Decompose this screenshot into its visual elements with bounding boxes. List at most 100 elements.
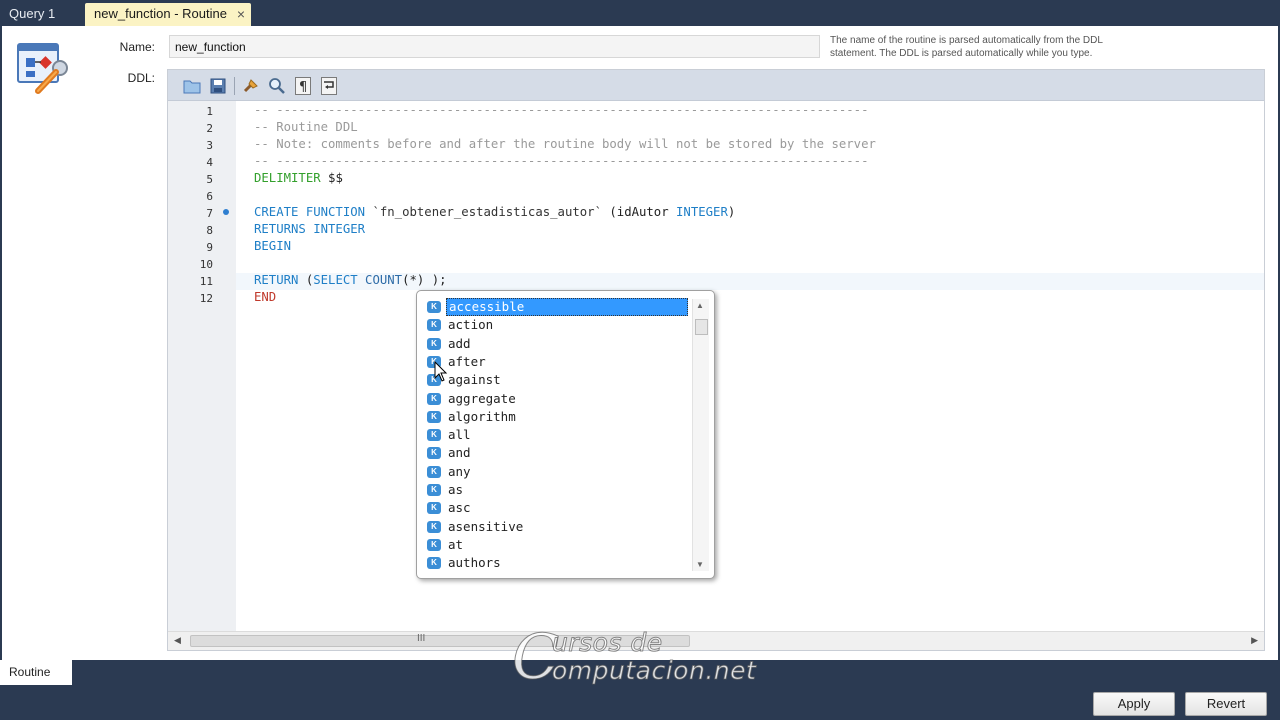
code-line: -- Routine DDL bbox=[254, 120, 358, 134]
beautify-brush-icon[interactable] bbox=[241, 76, 261, 96]
ddl-label: DDL: bbox=[127, 71, 155, 85]
autocomplete-item-label: aggregate bbox=[448, 390, 516, 406]
code-line: RETURNS INTEGER bbox=[254, 222, 366, 236]
scroll-down-arrow-icon[interactable]: ▼ bbox=[696, 560, 704, 569]
keyword-badge-icon: K bbox=[427, 301, 441, 313]
line-number-gutter: 1 2 3 4 5 6 7 8 9 10 11 12 bbox=[168, 101, 250, 631]
autocomplete-item[interactable]: Kas bbox=[424, 481, 690, 499]
autocomplete-item[interactable]: Kauthors bbox=[424, 554, 690, 572]
keyword-badge-icon: K bbox=[427, 447, 441, 460]
line-number: 9 bbox=[206, 241, 213, 254]
paragraph-marks-icon[interactable]: ¶ bbox=[293, 76, 313, 96]
keyword-badge-icon: K bbox=[427, 337, 441, 350]
scroll-left-arrow-icon[interactable]: ◀ bbox=[174, 635, 181, 646]
keyword-badge-icon: K bbox=[427, 429, 441, 442]
autocomplete-item[interactable]: Kadd bbox=[424, 335, 690, 353]
param-close: ) bbox=[727, 205, 736, 219]
autocomplete-item[interactable]: Kany bbox=[424, 463, 690, 481]
autocomplete-item-label: after bbox=[448, 353, 486, 369]
autocomplete-item[interactable]: Kasc bbox=[424, 499, 690, 517]
code-line: CREATE FUNCTION `fn_obtener_estadisticas… bbox=[254, 205, 735, 219]
scroll-up-arrow-icon[interactable]: ▲ bbox=[696, 301, 704, 310]
function-name: `fn_obtener_estadisticas_autor` bbox=[365, 205, 602, 219]
autocomplete-item-label: all bbox=[448, 427, 471, 443]
autocomplete-item[interactable]: Kaccessible bbox=[424, 298, 690, 316]
routine-icon bbox=[17, 43, 68, 94]
param-type-keyword: INTEGER bbox=[668, 205, 728, 219]
scroll-grip: III bbox=[417, 633, 426, 644]
autocomplete-item-label: authors bbox=[448, 555, 501, 571]
keyword-badge-icon: K bbox=[427, 520, 441, 533]
line-number: 1 bbox=[206, 105, 213, 118]
line-number: 11 bbox=[199, 275, 213, 288]
autocomplete-item-label: against bbox=[448, 372, 501, 388]
autocomplete-list: Kaccessible Kaction Kadd Kafter Kagainst… bbox=[424, 298, 690, 572]
open-folder-icon[interactable] bbox=[182, 76, 202, 96]
line-number: 6 bbox=[206, 190, 213, 203]
save-icon[interactable] bbox=[208, 76, 228, 96]
autocomplete-item[interactable]: Kat bbox=[424, 536, 690, 554]
revert-button[interactable]: Revert bbox=[1185, 692, 1267, 716]
autocomplete-scroll-thumb[interactable] bbox=[695, 319, 708, 335]
code-line: DELIMITER $$ bbox=[254, 171, 343, 185]
line-number: 4 bbox=[206, 156, 213, 169]
delimiter-value: $$ bbox=[320, 171, 343, 185]
line-number: 3 bbox=[206, 139, 213, 152]
autocomplete-item-label: asc bbox=[448, 500, 471, 516]
keyword-badge-icon: K bbox=[427, 484, 441, 496]
routine-name-input[interactable] bbox=[169, 35, 820, 58]
autocomplete-popup: Kaccessible Kaction Kadd Kafter Kagainst… bbox=[416, 290, 715, 579]
autocomplete-item[interactable]: Kaction bbox=[424, 316, 690, 334]
count-function: COUNT bbox=[357, 273, 403, 287]
autocomplete-item-label: asensitive bbox=[448, 518, 524, 534]
tab-query-1[interactable]: Query 1 bbox=[0, 3, 84, 26]
document-tab-bar: Query 1 new_function - Routine × bbox=[0, 0, 1280, 26]
editor-toolbar: ¶ bbox=[168, 70, 1264, 101]
word-wrap-icon[interactable] bbox=[319, 76, 339, 96]
autocomplete-item[interactable]: Kafter bbox=[424, 353, 690, 371]
keyword-badge-icon: K bbox=[427, 410, 441, 423]
code-line: -- -------------------------------------… bbox=[254, 103, 869, 117]
keyword-badge-icon: K bbox=[427, 319, 441, 332]
line-number: 2 bbox=[206, 122, 213, 135]
code-text-area[interactable]: -- -------------------------------------… bbox=[236, 101, 1264, 631]
name-hint-text: The name of the routine is parsed automa… bbox=[830, 35, 1103, 59]
close-tab-icon[interactable]: × bbox=[237, 3, 245, 25]
autocomplete-item[interactable]: Kand bbox=[424, 444, 690, 462]
open-paren: ( bbox=[298, 273, 314, 287]
scroll-right-arrow-icon[interactable]: ▶ bbox=[1251, 635, 1258, 646]
apply-button[interactable]: Apply bbox=[1093, 692, 1175, 716]
autocomplete-item-label: at bbox=[448, 536, 464, 552]
tab-routine[interactable]: Routine bbox=[0, 660, 72, 685]
watermark-line-1: ursos de bbox=[552, 628, 663, 658]
keyword-badge-icon: K bbox=[427, 557, 441, 570]
code-line: BEGIN bbox=[254, 239, 292, 253]
autocomplete-item[interactable]: Kasensitive bbox=[424, 518, 690, 536]
autocomplete-item[interactable]: Kagainst bbox=[424, 371, 690, 389]
statement-marker-icon bbox=[223, 209, 229, 215]
autocomplete-item-label: accessible bbox=[446, 298, 688, 316]
autocomplete-item-label: algorithm bbox=[448, 408, 516, 424]
autocomplete-item[interactable]: Kalgorithm bbox=[424, 408, 690, 426]
param-open: (idAutor bbox=[601, 205, 669, 219]
find-icon[interactable] bbox=[267, 76, 287, 96]
tab-query-1-label: Query 1 bbox=[9, 6, 56, 21]
autocomplete-item-label: as bbox=[448, 482, 464, 497]
select-keyword: SELECT bbox=[313, 273, 358, 287]
count-args: (*) ); bbox=[402, 273, 447, 287]
watermark-logo: C ursos de omputacion.net bbox=[511, 625, 782, 692]
keyword-badge-icon: K bbox=[427, 465, 441, 478]
autocomplete-item-label: action bbox=[448, 317, 494, 333]
autocomplete-item[interactable]: Kall bbox=[424, 426, 690, 444]
keyword-badge-icon: K bbox=[427, 392, 441, 405]
tab-new-function-routine[interactable]: new_function - Routine × bbox=[85, 3, 251, 26]
code-line: END bbox=[254, 290, 277, 304]
line-number: 8 bbox=[206, 224, 213, 237]
tab-routine-label: new_function - Routine bbox=[94, 6, 227, 21]
line-number: 12 bbox=[199, 292, 213, 305]
autocomplete-item[interactable]: Kaggregate bbox=[424, 390, 690, 408]
ddl-editor: ¶ 1 2 3 4 5 6 7 8 9 10 11 12 -- --------… bbox=[167, 69, 1265, 651]
watermark-line-2: omputacion.net bbox=[551, 656, 757, 686]
autocomplete-scrollbar[interactable]: ▲ ▼ bbox=[692, 299, 709, 571]
autocomplete-item-label: add bbox=[448, 335, 471, 351]
